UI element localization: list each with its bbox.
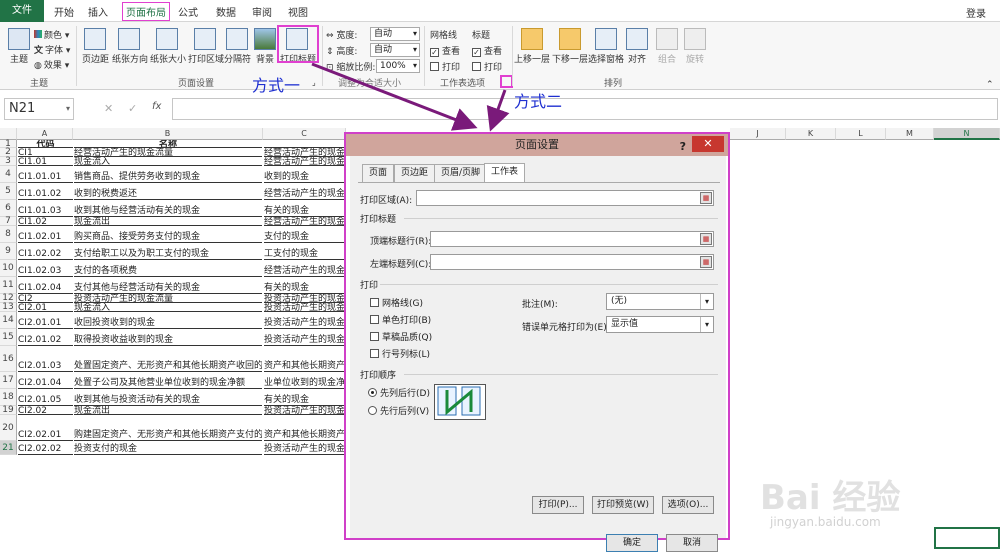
print-area-input[interactable]: ▦ <box>416 190 714 206</box>
range-picker-icon[interactable]: ▦ <box>700 233 712 245</box>
page-setup-dialog: 页面设置 ? ✕ 页面 页边距 页眉/页脚 工作表 打印区域(A): ▦ 打印标… <box>344 132 730 552</box>
checkbox-icon <box>370 298 379 307</box>
page-order-preview-icon <box>434 384 486 420</box>
columns-to-repeat-input[interactable]: ▦ <box>430 254 714 270</box>
top-rows-label: 顶端标题行(R): <box>370 237 432 247</box>
tab-margins[interactable]: 页边距 <box>394 164 436 182</box>
divider <box>404 374 718 375</box>
cancel-button[interactable]: 取消 <box>666 534 718 552</box>
checkbox-icon <box>370 349 379 358</box>
chevron-down-icon: ▾ <box>700 294 713 309</box>
tab-header-footer[interactable]: 页眉/页脚 <box>434 164 488 182</box>
cell-errors-select[interactable]: 显示值 ▾ <box>606 316 714 333</box>
print-titles-section: 打印标题 <box>360 215 397 225</box>
arrow-method-two <box>486 89 510 132</box>
cell-errors-label: 错误单元格打印为(E): <box>522 323 610 333</box>
ok-button[interactable]: 确定 <box>606 534 658 552</box>
print-area-label: 打印区域(A): <box>360 196 413 206</box>
print-button[interactable]: 打印(P)... <box>532 496 584 514</box>
checkbox-icon <box>370 315 379 324</box>
black-and-white-checkbox[interactable]: 单色打印(B) <box>370 313 431 326</box>
left-columns-label: 左端标题列(C): <box>370 260 432 270</box>
over-then-down-radio[interactable]: 先行后列(V) <box>368 404 429 417</box>
comments-select[interactable]: (无) ▾ <box>606 293 714 310</box>
radio-icon <box>368 406 377 415</box>
down-then-over-radio[interactable]: 先列后行(D) <box>368 386 430 399</box>
divider <box>404 218 718 219</box>
cell-errors-value: 显示值 <box>611 319 639 329</box>
print-preview-button[interactable]: 打印预览(W) <box>592 496 654 514</box>
comments-value: (无) <box>611 296 628 306</box>
chevron-down-icon: ▾ <box>700 317 713 332</box>
tab-page[interactable]: 页面 <box>362 164 395 182</box>
range-picker-icon[interactable]: ▦ <box>700 192 712 204</box>
gridlines-checkbox[interactable]: 网格线(G) <box>370 296 423 309</box>
baidu-watermark-url: jingyan.baidu.com <box>770 515 881 529</box>
comments-label: 批注(M): <box>522 300 558 310</box>
help-icon[interactable]: ? <box>680 136 686 158</box>
draft-quality-checkbox[interactable]: 草稿品质(Q) <box>370 330 432 343</box>
arrow-method-one <box>311 62 478 131</box>
dialog-title-bar[interactable]: 页面设置 ? ✕ <box>346 134 728 156</box>
page-order-section: 打印顺序 <box>360 371 397 381</box>
checkbox-icon <box>370 332 379 341</box>
tab-divider <box>358 182 720 183</box>
rows-to-repeat-input[interactable]: ▦ <box>430 231 714 247</box>
close-button[interactable]: ✕ <box>692 136 724 152</box>
tab-sheet[interactable]: 工作表 <box>484 163 526 182</box>
dialog-body: 页面 页边距 页眉/页脚 工作表 打印区域(A): ▦ 打印标题 顶端标题行(R… <box>350 156 726 552</box>
baidu-watermark-logo: Bai 经验 <box>760 478 901 518</box>
dialog-title: 页面设置 <box>515 138 559 151</box>
range-picker-icon[interactable]: ▦ <box>700 256 712 268</box>
options-button[interactable]: 选项(O)... <box>662 496 714 514</box>
row-column-headings-checkbox[interactable]: 行号列标(L) <box>370 347 430 360</box>
divider <box>380 284 718 285</box>
radio-selected-icon <box>368 388 377 397</box>
print-section: 打印 <box>360 281 379 291</box>
